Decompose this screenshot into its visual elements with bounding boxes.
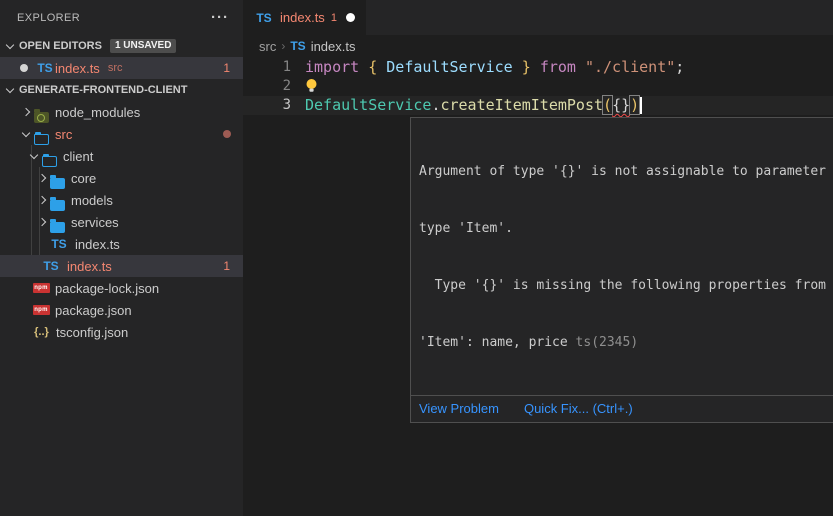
tree-item-label: services bbox=[71, 215, 119, 230]
code-line-2[interactable]: 2 bbox=[243, 77, 833, 96]
open-editors-label: OPEN EDITORS bbox=[19, 40, 102, 52]
code-line-1[interactable]: 1 import { DefaultService } from "./clie… bbox=[243, 58, 833, 77]
sidebar-title: EXPLORER bbox=[17, 12, 211, 24]
line-number: 2 bbox=[243, 77, 298, 96]
node-modules-folder-icon bbox=[34, 112, 49, 123]
vscode-window: EXPLORER ··· OPEN EDITORS 1 UNSAVED TS i… bbox=[0, 0, 833, 516]
folder-icon bbox=[50, 178, 65, 189]
breadcrumb-separator-icon: › bbox=[281, 39, 285, 53]
chevron-down-icon bbox=[19, 127, 33, 141]
tree-item-label: core bbox=[71, 171, 96, 186]
more-actions-icon[interactable]: ··· bbox=[211, 9, 229, 26]
open-editor-path: src bbox=[108, 62, 123, 74]
folder-open-icon bbox=[42, 156, 57, 167]
error-message-line: type 'Item'. bbox=[419, 219, 833, 238]
folder-icon bbox=[50, 222, 65, 233]
tab-filename: index.ts bbox=[280, 10, 325, 25]
tree-item-services[interactable]: services bbox=[0, 211, 243, 233]
unsaved-count-badge: 1 UNSAVED bbox=[110, 39, 177, 53]
typescript-file-icon: TS bbox=[41, 259, 61, 273]
error-message-line: Argument of type '{}' is not assignable … bbox=[419, 162, 833, 181]
tab-index-ts[interactable]: TS index.ts 1 bbox=[243, 0, 366, 35]
workspace-name: GENERATE-FRONTEND-CLIENT bbox=[19, 84, 187, 96]
tree-item-package-lock-json[interactable]: npm package-lock.json bbox=[0, 277, 243, 299]
tree-item-core[interactable]: core bbox=[0, 167, 243, 189]
typescript-file-icon: TS bbox=[49, 237, 69, 251]
typescript-file-icon: TS bbox=[254, 11, 274, 25]
tree-item-label: index.ts bbox=[75, 237, 120, 252]
tree-item-src[interactable]: src bbox=[0, 123, 243, 145]
tree-item-label: package-lock.json bbox=[55, 281, 159, 296]
quick-fix-link[interactable]: Quick Fix... (Ctrl+.) bbox=[524, 401, 633, 416]
typescript-file-icon: TS bbox=[35, 61, 55, 75]
breadcrumb: src › TS index.ts bbox=[243, 35, 833, 57]
tree-item-src-index-ts[interactable]: TS index.ts 1 bbox=[0, 255, 243, 277]
code-line-3[interactable]: 3 DefaultService.createItemItemPost({}) bbox=[243, 96, 833, 115]
error-message-line: Type '{}' is missing the following prope… bbox=[419, 276, 833, 295]
tab-error-count: 1 bbox=[331, 12, 337, 24]
error-count-badge: 1 bbox=[223, 259, 230, 273]
npm-icon: npm bbox=[33, 283, 50, 293]
tree-item-label: node_modules bbox=[55, 105, 140, 120]
workspace-section-header[interactable]: GENERATE-FRONTEND-CLIENT bbox=[0, 79, 243, 101]
code-text: import { DefaultService } from "./client… bbox=[305, 58, 684, 77]
error-dot-badge bbox=[223, 130, 231, 138]
code-text bbox=[305, 77, 318, 96]
tree-item-node-modules[interactable]: node_modules bbox=[0, 101, 243, 123]
chevron-right-icon bbox=[35, 215, 49, 229]
tree-item-client[interactable]: client bbox=[0, 145, 243, 167]
lightbulb-icon[interactable] bbox=[305, 78, 318, 98]
tree-item-label: client bbox=[63, 149, 93, 164]
chevron-right-icon bbox=[19, 105, 33, 119]
chevron-down-icon bbox=[27, 149, 41, 163]
tree-item-label: src bbox=[55, 127, 72, 142]
sidebar-header: EXPLORER ··· bbox=[0, 0, 243, 35]
error-hover-tooltip: Argument of type '{}' is not assignable … bbox=[410, 117, 833, 423]
error-squiggle-target: {} bbox=[612, 96, 630, 114]
error-message: Argument of type '{}' is not assignable … bbox=[411, 118, 833, 395]
text-cursor bbox=[640, 97, 642, 114]
folder-icon bbox=[50, 200, 65, 211]
unsaved-dot-icon[interactable] bbox=[346, 13, 355, 22]
json-braces-icon: {..} bbox=[33, 326, 50, 338]
tooltip-actions: View Problem Quick Fix... (Ctrl+.) bbox=[411, 395, 833, 422]
view-problem-link[interactable]: View Problem bbox=[419, 401, 499, 416]
error-message-line: 'Item': name, price ts(2345) bbox=[419, 333, 833, 352]
open-editor-filename: index.ts bbox=[55, 61, 100, 76]
matched-bracket: ) bbox=[629, 95, 640, 115]
folder-open-icon bbox=[34, 134, 49, 145]
explorer-sidebar: EXPLORER ··· OPEN EDITORS 1 UNSAVED TS i… bbox=[0, 0, 243, 516]
open-editors-section-header[interactable]: OPEN EDITORS 1 UNSAVED bbox=[0, 35, 243, 57]
error-count-badge: 1 bbox=[223, 61, 230, 75]
tree-item-label: tsconfig.json bbox=[56, 325, 128, 340]
chevron-right-icon bbox=[35, 193, 49, 207]
error-code: ts(2345) bbox=[576, 335, 639, 350]
chevron-down-icon bbox=[3, 39, 17, 53]
chevron-down-icon bbox=[3, 83, 17, 97]
chevron-right-icon bbox=[35, 171, 49, 185]
breadcrumb-file[interactable]: index.ts bbox=[311, 39, 356, 54]
tab-bar: TS index.ts 1 bbox=[243, 0, 833, 35]
npm-icon: npm bbox=[33, 305, 50, 315]
tree-item-package-json[interactable]: npm package.json bbox=[0, 299, 243, 321]
tree-item-label: models bbox=[71, 193, 113, 208]
open-editor-item-index-ts[interactable]: TS index.ts src 1 bbox=[0, 57, 243, 79]
tree-item-models[interactable]: models bbox=[0, 189, 243, 211]
line-number: 3 bbox=[243, 96, 298, 115]
line-number: 1 bbox=[243, 58, 298, 77]
code-text: DefaultService.createItemItemPost({}) bbox=[305, 96, 642, 115]
tree-item-client-index-ts[interactable]: TS index.ts bbox=[0, 233, 243, 255]
tree-item-tsconfig-json[interactable]: {..} tsconfig.json bbox=[0, 321, 243, 343]
tree-item-label: package.json bbox=[55, 303, 132, 318]
file-tree: node_modules src client core bbox=[0, 101, 243, 343]
breadcrumb-folder[interactable]: src bbox=[259, 39, 276, 54]
typescript-file-icon: TS bbox=[290, 39, 305, 53]
modified-dot-icon bbox=[20, 64, 28, 72]
tree-item-label: index.ts bbox=[67, 259, 112, 274]
